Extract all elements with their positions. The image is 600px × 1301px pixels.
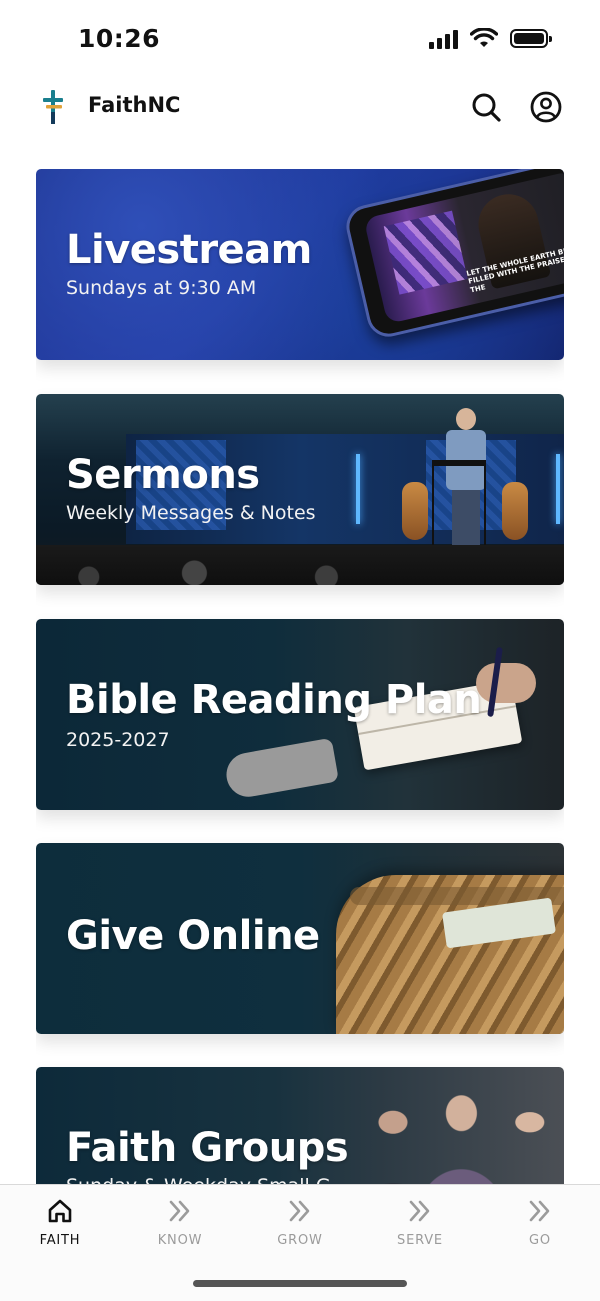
card-title: Give Online: [66, 913, 320, 959]
card-sermons[interactable]: Sermons Weekly Messages & Notes: [36, 394, 564, 585]
tab-label: SERVE: [397, 1233, 443, 1248]
cross-logo-icon: [43, 90, 63, 124]
user-circle-icon: [530, 91, 562, 123]
tab-faith[interactable]: FAITH: [10, 1195, 110, 1255]
card-subtitle: Sunday & Weekday Small G: [66, 1175, 331, 1184]
card-faith-groups[interactable]: Faith Groups Sunday & Weekday Small G: [36, 1067, 564, 1184]
chevrons-right-icon: [529, 1200, 550, 1222]
phone-image: LET THE WHOLE EARTH BE FILLED WITH THE P…: [342, 169, 564, 341]
card-subtitle: Weekly Messages & Notes: [66, 502, 316, 524]
card-bible-reading-plan[interactable]: Bible Reading Plan 2025-2027: [36, 619, 564, 810]
card-subtitle: 2025-2027: [66, 729, 170, 751]
card-subtitle: Sundays at 9:30 AM: [66, 277, 257, 299]
tab-label: GO: [529, 1233, 551, 1248]
cellular-signal-icon: [429, 29, 458, 49]
tab-serve[interactable]: SERVE: [370, 1195, 470, 1255]
card-title: Faith Groups: [66, 1125, 349, 1171]
status-bar: 10:26: [0, 0, 600, 80]
chevrons-right-icon: [289, 1200, 310, 1222]
status-icons: [429, 28, 552, 49]
tab-grow[interactable]: GROW: [250, 1195, 350, 1255]
home-icon: [48, 1199, 72, 1223]
tab-know[interactable]: KNOW: [130, 1195, 230, 1255]
tab-go[interactable]: GO: [490, 1195, 590, 1255]
shoe-image: [223, 737, 339, 801]
search-button[interactable]: [468, 89, 504, 125]
people-image: [336, 1077, 564, 1184]
chevrons-right-icon: [409, 1200, 430, 1222]
chevrons-right-icon: [169, 1200, 190, 1222]
tab-label: GROW: [277, 1233, 323, 1248]
hand-image: [476, 663, 536, 703]
card-livestream[interactable]: LET THE WHOLE EARTH BE FILLED WITH THE P…: [36, 169, 564, 360]
wifi-icon: [470, 28, 498, 47]
card-title: Livestream: [66, 227, 312, 273]
content-feed[interactable]: LET THE WHOLE EARTH BE FILLED WITH THE P…: [36, 169, 564, 1184]
home-indicator[interactable]: [193, 1280, 407, 1287]
status-time: 10:26: [78, 24, 161, 53]
card-title: Bible Reading Plan: [66, 677, 482, 723]
battery-icon: [510, 29, 552, 48]
tab-label: FAITH: [39, 1233, 81, 1248]
tab-label: KNOW: [157, 1233, 203, 1248]
app-title: FaithNC: [88, 93, 181, 117]
card-title: Sermons: [66, 452, 260, 498]
search-icon: [472, 93, 501, 122]
offering-basket-image: [336, 875, 564, 1034]
app-header: FaithNC: [0, 80, 600, 140]
card-give-online[interactable]: Give Online: [36, 843, 564, 1034]
profile-button[interactable]: [528, 89, 564, 125]
